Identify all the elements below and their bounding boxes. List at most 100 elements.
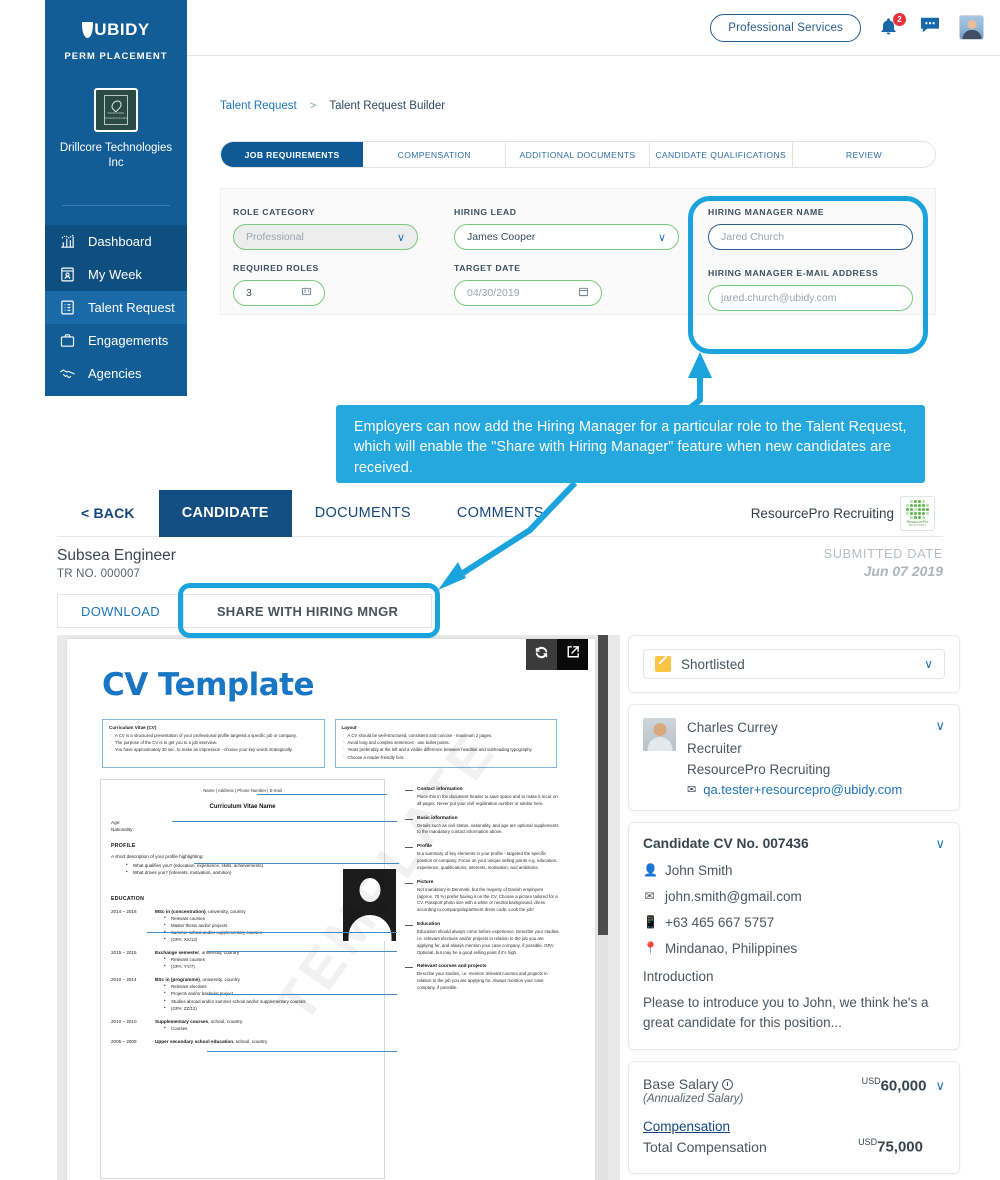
cv-education-years: 2005 – 2009: [111, 1038, 137, 1044]
total-compensation-amount-block: USD75,000: [858, 1137, 945, 1156]
candidate-view: < BACK CANDIDATE DOCUMENTS COMMENTS Reso…: [0, 489, 1000, 1180]
breadcrumb-parent[interactable]: Talent Request: [220, 100, 297, 112]
refresh-button[interactable]: [526, 639, 557, 670]
candidate-phone: +63 465 667 5757: [665, 914, 775, 930]
cv-education-item: Relevant courses: [164, 955, 374, 963]
candidate-name: John Smith: [665, 862, 733, 878]
cv-document-viewer: CV Template Curriculum Vitae (CV) A CV i…: [57, 635, 620, 1180]
candidate-name-row: 👤 John Smith: [643, 863, 945, 878]
form-column-left: ROLE CATEGORY Professional ∨ REQUIRED RO…: [233, 207, 418, 306]
cv-box-list: A CV is a structured presentation of you…: [109, 732, 318, 754]
cv-title: CV Template: [102, 667, 314, 703]
base-salary-label: Base Salary: [643, 1076, 719, 1093]
chevron-down-icon[interactable]: ∨: [935, 836, 945, 852]
compensation-link[interactable]: Compensation: [643, 1119, 945, 1134]
cv-box-item: A CV should be well-structured, consiste…: [342, 732, 551, 739]
agency-logo: ResourcePro RECRUITMENT: [900, 495, 935, 531]
notifications-button[interactable]: 2: [879, 12, 906, 39]
cv-scrollbar-thumb[interactable]: [598, 635, 608, 935]
cv-education-entry: 2005 – 2009 Upper secondary school educa…: [111, 1039, 374, 1044]
cv-note: Profile Is a summary of key elements in …: [405, 844, 560, 871]
external-link-icon: [564, 644, 581, 666]
base-salary-currency: USD: [861, 1076, 881, 1087]
required-roles-input[interactable]: 3: [233, 280, 325, 306]
cv-inner-document: Name | Address | Phone Number | E-mail C…: [100, 779, 385, 1179]
back-button[interactable]: < BACK: [57, 505, 159, 521]
base-salary-row: Base Salary (Annualized Salary) USD60,00…: [643, 1076, 945, 1105]
target-date-value: 04/30/2019: [467, 287, 520, 299]
sidebar-item-dashboard[interactable]: Dashboard: [45, 224, 187, 258]
chevron-down-icon[interactable]: ∨: [935, 1078, 945, 1094]
target-date-input[interactable]: 04/30/2019: [454, 280, 602, 306]
sidebar-item-agencies[interactable]: Agencies: [45, 357, 187, 390]
sidebar-item-my-week[interactable]: My Week: [45, 257, 187, 291]
cv-box-heading: Curriculum Vitae (CV): [109, 725, 157, 730]
stepper-icon[interactable]: [301, 286, 312, 300]
candidate-email-row: ✉ john.smith@gmail.com: [643, 889, 945, 904]
cv-scrollbar[interactable]: [598, 635, 608, 1180]
candidate-info-column: Shortlisted ∨ Charles Currey Recruiter R…: [628, 635, 960, 1180]
status-panel: Shortlisted ∨: [628, 635, 960, 693]
refresh-icon: [533, 644, 550, 666]
feature-callout: Employers can now add the Hiring Manager…: [336, 405, 925, 483]
tab-candidate-qualifications[interactable]: CANDIDATE QUALIFICATIONS: [649, 142, 793, 167]
base-salary-amount: 60,000: [880, 1077, 927, 1095]
sidebar-item-talent-request[interactable]: Talent Request: [45, 290, 187, 324]
cv-person-name: Curriculum Vitae Name: [209, 804, 276, 810]
base-salary-label-block: Base Salary (Annualized Salary): [643, 1076, 743, 1105]
submitted-date-label: SUBMITTED DATE: [823, 547, 943, 561]
cv-note-heading: Picture: [417, 879, 434, 885]
professional-services-pill[interactable]: Professional Services: [710, 13, 861, 42]
status-select[interactable]: Shortlisted ∨: [643, 649, 945, 679]
shortlist-icon: [655, 656, 671, 672]
sidebar-item-label: My Week: [88, 266, 142, 282]
cv-note: Relevant courses and projects Describe y…: [405, 964, 560, 991]
cv-nationality-label: Nationality:: [111, 826, 134, 832]
tab-candidate[interactable]: CANDIDATE: [158, 489, 292, 537]
open-external-button[interactable]: [557, 639, 588, 670]
download-button[interactable]: DOWNLOAD: [57, 594, 184, 628]
sidebar-item-label: Agencies: [88, 365, 142, 381]
messages-button[interactable]: [919, 16, 941, 39]
hiring-lead-value: James Cooper: [467, 231, 536, 243]
tab-documents[interactable]: DOCUMENTS: [292, 490, 434, 537]
tab-additional-documents[interactable]: ADDITIONAL DOCUMENTS: [506, 142, 650, 167]
tab-compensation[interactable]: COMPENSATION: [363, 142, 507, 167]
recruiter-email-row[interactable]: ✉ qa.tester+resourcepro@ubidy.com: [687, 782, 924, 797]
company-logo-caption: DRILLCORE: [107, 112, 125, 116]
role-category-label: ROLE CATEGORY: [233, 207, 315, 217]
user-avatar[interactable]: [959, 15, 984, 40]
cv-education-years: 2010 – 2010: [111, 1018, 137, 1024]
cv-education-item: Relevant electives: [164, 982, 374, 990]
cv-box-item: Avoid long and complex sentences - use b…: [342, 739, 551, 746]
cv-note-body: Is a summary of key elements in your pro…: [417, 851, 558, 870]
calendar-icon[interactable]: [578, 286, 589, 300]
candidate-location-row: 📍 Mindanao, Philippines: [643, 941, 945, 956]
hiring-lead-select[interactable]: James Cooper ∨: [454, 224, 679, 250]
cv-box-item: Years preferably at the left and a visib…: [342, 746, 551, 753]
sidebar-item-engagements[interactable]: Engagements: [45, 324, 187, 357]
cv-education-title: BSc in (programme), university, country: [155, 977, 240, 983]
tab-comments[interactable]: COMMENTS: [434, 490, 567, 537]
chevron-down-icon[interactable]: ∨: [935, 718, 945, 797]
candidate-cv-number: Candidate CV No. 007436: [643, 836, 809, 852]
submitted-date-value: Jun 07 2019: [863, 563, 943, 579]
cv-box-item: The purpose of the CV is to get you to a…: [109, 739, 318, 746]
tab-job-requirements[interactable]: JOB REQUIREMENTS: [221, 142, 364, 167]
job-title: Subsea Engineer: [57, 547, 176, 564]
role-category-select[interactable]: Professional ∨: [233, 224, 418, 250]
hiring-manager-highlight-box: [688, 196, 928, 354]
brand-name: UBIDY: [94, 20, 150, 39]
cv-education-entry: 2015 – 2015 Exchange semester, universit…: [111, 950, 374, 970]
cv-education-title: Supplementary courses, school, country: [155, 1018, 243, 1024]
cv-note-heading: Profile: [417, 844, 432, 850]
required-roles-label: REQUIRED ROLES: [233, 263, 319, 273]
candidate-email: john.smith@gmail.com: [665, 888, 802, 904]
cv-note-heading: Contact information: [417, 787, 463, 792]
cv-box-layout: Layout A CV should be well-structured, c…: [334, 719, 557, 768]
salary-panel: Base Salary (Annualized Salary) USD60,00…: [628, 1061, 960, 1174]
tab-review[interactable]: REVIEW: [792, 142, 935, 167]
cv-education-item: (GPA: YY/7): [164, 962, 374, 970]
candidate-header: Subsea Engineer TR NO. 000007 SUBMITTED …: [57, 547, 943, 580]
cv-profile-heading: PROFILE: [111, 842, 136, 849]
